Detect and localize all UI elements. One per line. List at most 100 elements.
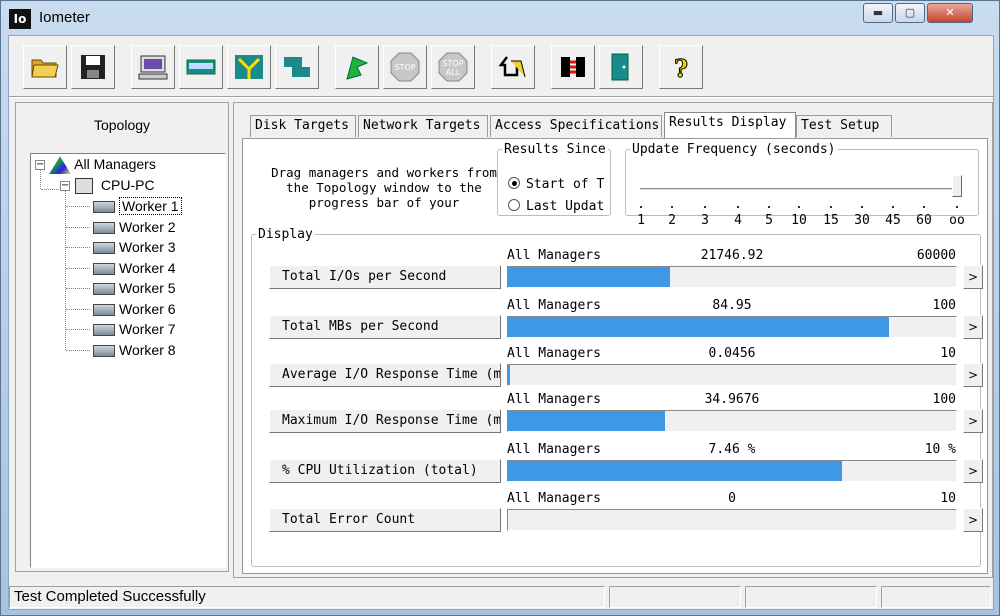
reset-arrow-icon — [498, 56, 526, 78]
metric-select-button[interactable]: % CPU Utilization (total) — [269, 459, 501, 483]
minimize-button[interactable]: ▬ — [863, 3, 893, 23]
tree-item-worker[interactable]: Worker 8 — [93, 340, 176, 360]
expand-manager-toggle[interactable]: − — [60, 181, 70, 191]
question-mark-icon: ? — [673, 54, 688, 84]
tree-label-all-managers: All Managers — [74, 156, 156, 172]
tree-line — [66, 288, 90, 289]
tree-item-worker[interactable]: Worker 6 — [93, 299, 176, 319]
tree-item-worker[interactable]: Worker 4 — [93, 258, 176, 278]
expand-all-managers-toggle[interactable]: − — [35, 160, 45, 170]
svg-text:STOP: STOP — [442, 59, 463, 68]
start-disk-worker-button[interactable] — [179, 45, 223, 89]
computer-icon — [75, 178, 93, 195]
metric-detail-arrow-button[interactable]: > — [963, 409, 983, 433]
topology-tree[interactable]: − All Managers − CPU-PC Worker 1 Worker 2… — [30, 153, 226, 568]
tree-item-manager[interactable]: CPU-PC — [75, 175, 155, 195]
worker-icon — [93, 201, 115, 214]
exit-door-icon — [611, 53, 629, 81]
tree-label-worker: Worker 5 — [119, 280, 176, 296]
results-display-tab-body: Drag managers and workers from the Topol… — [242, 138, 988, 574]
stop-all-button[interactable]: STOP ALL — [431, 45, 475, 89]
computer-icon — [138, 55, 168, 80]
metric-progress-fill — [508, 461, 843, 481]
metric-detail-arrow-button[interactable]: > — [963, 459, 983, 483]
metric-max: 10 — [940, 491, 956, 506]
tree-item-worker[interactable]: Worker 7 — [93, 319, 176, 339]
tree-item-worker[interactable]: Worker 3 — [93, 237, 176, 257]
metric-target-label: All Managers — [507, 442, 601, 457]
tab-network-targets[interactable]: Network Targets — [358, 115, 488, 137]
svg-text:STOP: STOP — [394, 63, 415, 72]
metric-progress-fill — [508, 267, 671, 287]
slider-tick-label: 60 — [916, 213, 932, 228]
tab-access-specifications[interactable]: Access Specifications — [490, 115, 662, 137]
tree-item-worker[interactable]: Worker 5 — [93, 278, 176, 298]
tree-line — [65, 190, 66, 350]
metric-target-label: All Managers — [507, 491, 601, 506]
metric-progress-bar[interactable] — [507, 316, 957, 338]
disconnect-button[interactable] — [551, 45, 595, 89]
stop-button[interactable]: STOP — [383, 45, 427, 89]
duplicate-worker-button[interactable] — [275, 45, 319, 89]
close-button[interactable]: ✕ — [927, 3, 973, 23]
metric-max: 100 — [932, 392, 956, 407]
slider-tick — [768, 206, 770, 208]
slider-tick-label: 5 — [765, 213, 773, 228]
status-bar: Test Completed Successfully — [9, 584, 993, 610]
network-worker-icon — [235, 55, 263, 79]
metric-detail-arrow-button[interactable]: > — [963, 265, 983, 289]
tree-item-worker[interactable]: Worker 2 — [93, 217, 176, 237]
metric-max: 60000 — [916, 248, 956, 263]
update-frequency-slider-track[interactable] — [640, 188, 960, 191]
metric-detail-arrow-button[interactable]: > — [963, 363, 983, 387]
start-tests-button[interactable] — [335, 45, 379, 89]
slider-tick-label: 3 — [701, 213, 709, 228]
slider-tick-label: 1 — [637, 213, 645, 228]
slider-tick-label: oo — [949, 213, 965, 228]
metric-progress-fill — [508, 317, 889, 337]
metric-target-label: All Managers — [507, 298, 601, 313]
tab-disk-targets[interactable]: Disk Targets — [250, 115, 356, 137]
metric-progress-bar[interactable] — [507, 266, 957, 288]
metric-select-button[interactable]: Total Error Count — [269, 508, 501, 532]
metric-progress-bar[interactable] — [507, 364, 957, 386]
tree-label-worker: Worker 2 — [119, 218, 176, 235]
start-new-manager-button[interactable] — [131, 45, 175, 89]
metric-progress-bar[interactable] — [507, 460, 957, 482]
metric-select-button[interactable]: Total MBs per Second — [269, 315, 501, 339]
slider-tick — [923, 206, 925, 208]
update-frequency-slider-thumb[interactable] — [952, 175, 962, 197]
stop-all-icon: STOPALL — [438, 52, 468, 82]
metric-select-button[interactable]: Average I/O Response Time (m — [269, 363, 501, 387]
metric-value: 84.95 — [712, 298, 752, 313]
open-button[interactable] — [23, 45, 67, 89]
tab-test-setup[interactable]: Test Setup — [796, 115, 892, 137]
tree-label-worker: Worker 6 — [119, 300, 176, 317]
worker-icon — [93, 242, 115, 255]
tree-item-worker[interactable]: Worker 1 — [93, 196, 182, 216]
metric-detail-arrow-button[interactable]: > — [963, 315, 983, 339]
save-button[interactable] — [71, 45, 115, 89]
metric-select-button[interactable]: Total I/Os per Second — [269, 265, 501, 289]
radio-button[interactable] — [508, 199, 520, 211]
tab-results-display[interactable]: Results Display — [664, 112, 796, 138]
tree-item-all-managers[interactable]: All Managers — [49, 154, 156, 175]
slider-tick — [704, 206, 706, 208]
metric-detail-arrow-button[interactable]: > — [963, 508, 983, 532]
start-network-worker-button[interactable] — [227, 45, 271, 89]
tree-label-worker: Worker 8 — [119, 341, 176, 358]
title-bar[interactable]: Io Iometer ▬ ▢ ✕ — [1, 1, 1000, 35]
disconnect-icon — [561, 57, 585, 77]
about-button[interactable]: ? — [659, 45, 703, 89]
radio-button-selected[interactable] — [508, 177, 520, 189]
maximize-button[interactable]: ▢ — [895, 3, 925, 23]
window-title: Iometer — [39, 9, 90, 26]
radio-last-update[interactable]: Last Updat — [508, 199, 608, 214]
reset-workers-button[interactable] — [491, 45, 535, 89]
metric-select-button[interactable]: Maximum I/O Response Time (m — [269, 409, 501, 433]
metric-progress-bar[interactable] — [507, 509, 957, 531]
metric-progress-bar[interactable] — [507, 410, 957, 432]
tree-line — [66, 329, 90, 330]
exit-button[interactable] — [599, 45, 643, 89]
radio-start-of-test[interactable]: Start of T — [508, 177, 608, 192]
